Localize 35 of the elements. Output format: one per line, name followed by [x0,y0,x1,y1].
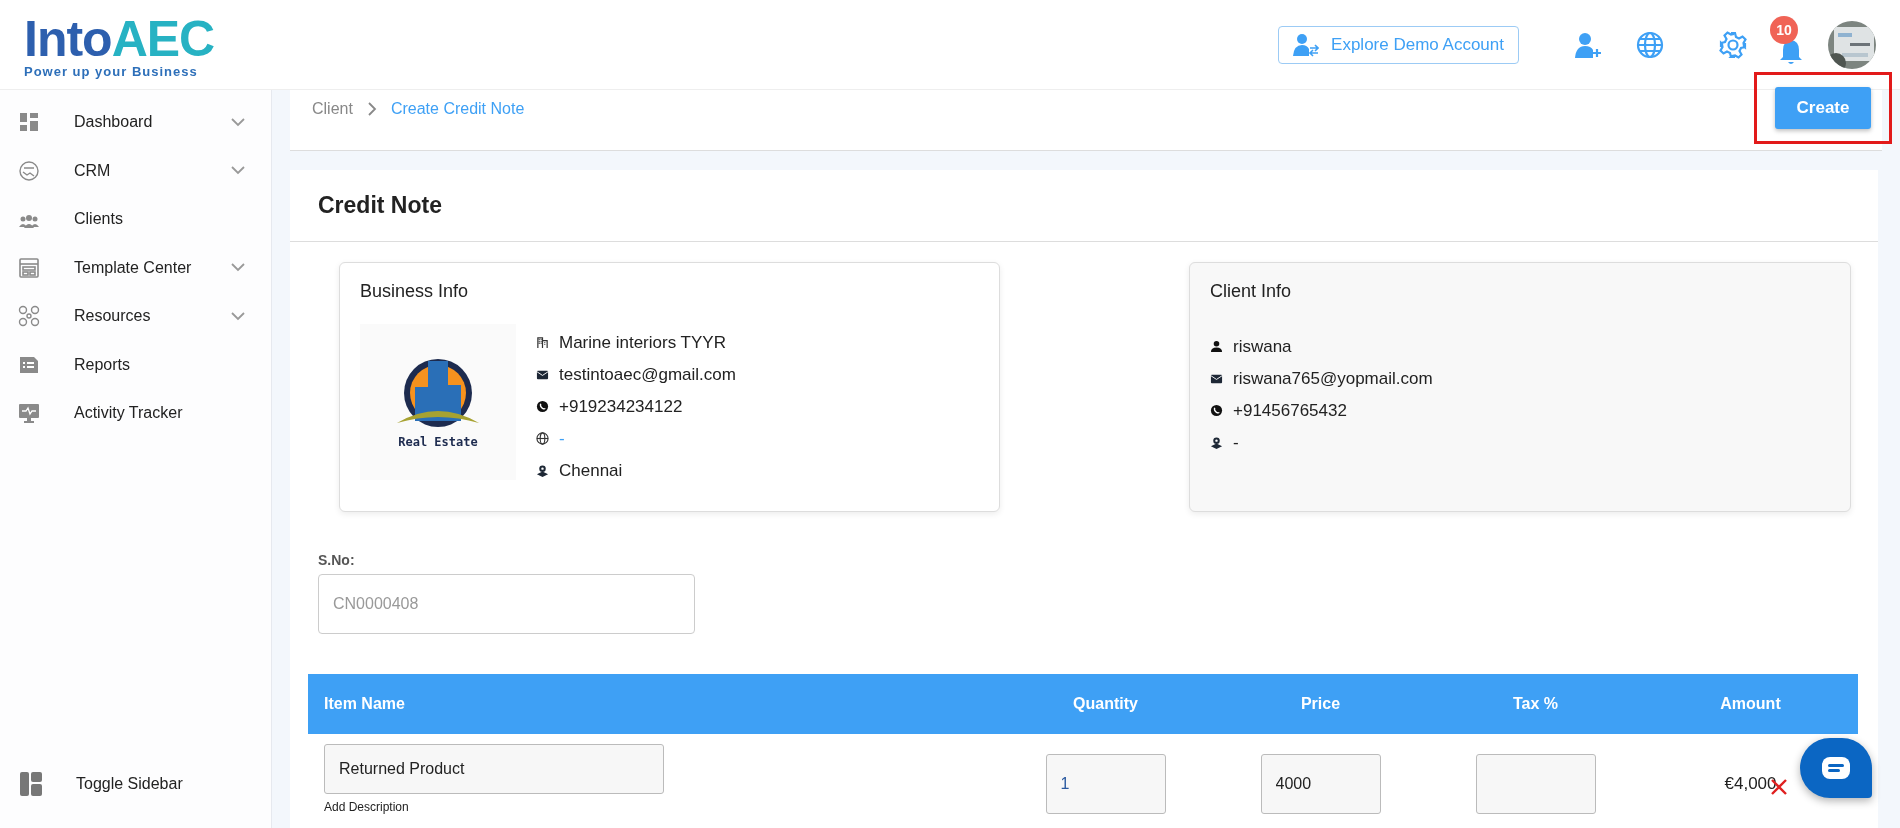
card-title: Business Info [360,281,470,302]
sidebar-item[interactable]: Resources [0,292,271,341]
item-name-field[interactable]: Returned Product [324,744,664,794]
notification-count-badge: 10 [1770,15,1798,44]
column-header: Tax % [1511,695,1560,713]
client-email: riswana765@yopmail.com [1233,368,1433,389]
page-title: Credit Note [290,170,1878,242]
column-header: Item Name [323,695,406,713]
client-name: riswana [1233,336,1292,357]
sidebar-item[interactable]: Reports [0,340,271,389]
column-header: Amount [1719,695,1782,713]
sidebar-item[interactable]: CRM [0,146,271,195]
amount-text: €4,000 [1724,774,1777,794]
column-header: Quantity [1072,695,1139,713]
column-header: Price [1299,695,1342,713]
client-phone: +91456765432 [1233,400,1347,421]
sidebar-item[interactable]: Clients [0,195,271,244]
quantity-field[interactable]: 1 [1045,754,1166,814]
logo: IntoAEC Power up your Business [24,10,215,79]
business-city: Chennai [559,460,623,481]
sidebar-item[interactable]: Template Center [0,243,271,292]
business-name: Marine interiors TYYR [559,332,726,353]
serial-number-field[interactable]: CN0000408 [318,574,695,634]
breadcrumb-link[interactable]: Client [312,100,353,118]
price-field[interactable]: 4000 [1260,754,1381,814]
sidebar-item[interactable]: Dashboard [0,98,271,147]
card-title: Client Info [1210,281,1293,302]
add-description-link[interactable]: Add Description [324,800,998,814]
field-label: S.No: [318,552,356,568]
business-phone: +919234234122 [559,396,683,417]
toggle-sidebar-button[interactable]: Toggle Sidebar [0,772,271,828]
sidebar-item[interactable]: Activity Tracker [0,389,271,438]
business-logo: Real Estate [360,324,516,480]
business-email: testintoaec@gmail.com [559,364,736,385]
client-address: - [1233,432,1239,453]
